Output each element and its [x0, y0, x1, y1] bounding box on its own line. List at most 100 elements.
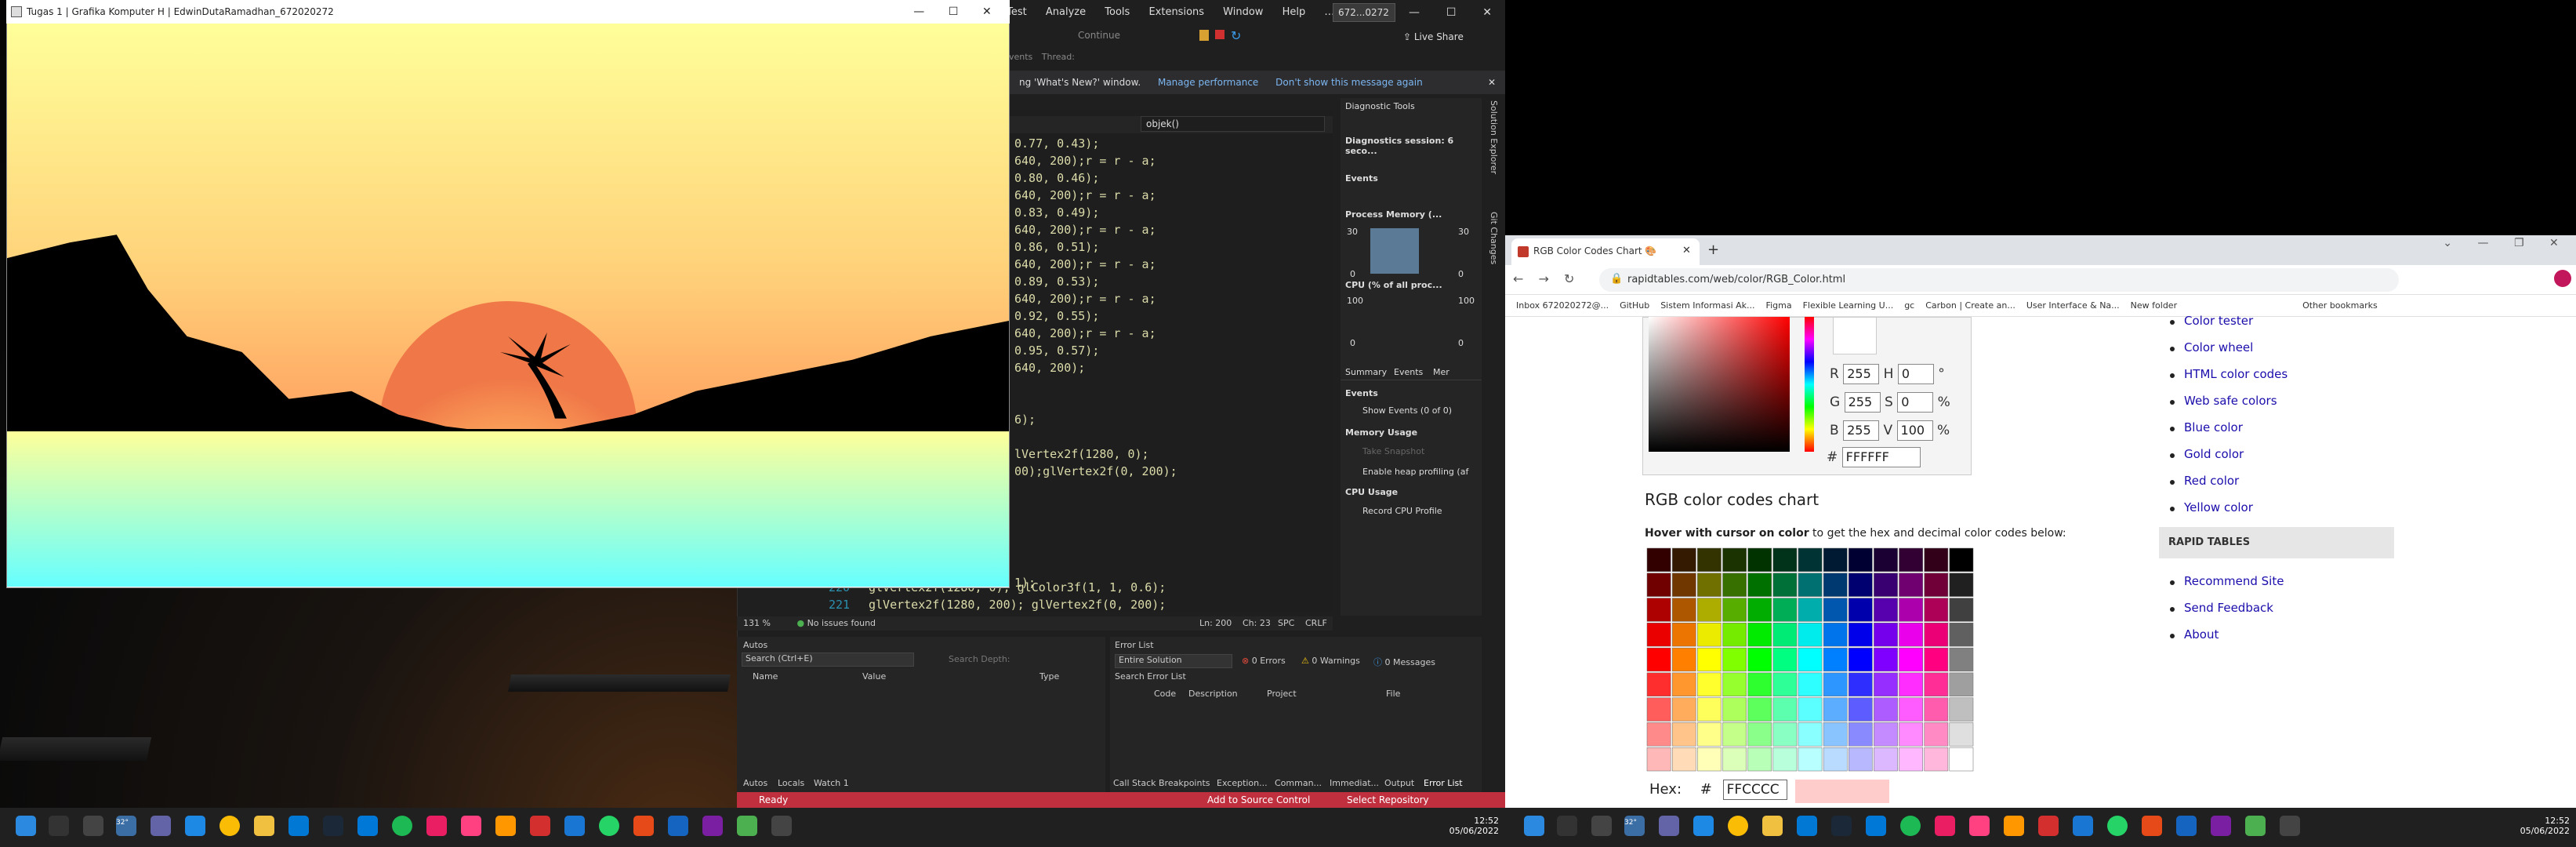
tab-command[interactable]: Comman...: [1275, 778, 1322, 788]
start-icon[interactable]: [1524, 816, 1544, 836]
color-swatch[interactable]: [1848, 623, 1873, 647]
color-swatch[interactable]: [1924, 697, 1949, 722]
app-icon[interactable]: [530, 816, 550, 836]
color-swatch[interactable]: [1848, 573, 1873, 597]
chrome-tab[interactable]: RGB Color Codes Chart 🎨: [1511, 238, 1700, 265]
app-icon[interactable]: [2280, 816, 2300, 836]
color-swatch[interactable]: [1747, 747, 1772, 772]
r-input[interactable]: 255: [1843, 364, 1880, 384]
color-swatch[interactable]: [1823, 647, 1848, 672]
color-swatch[interactable]: [1899, 647, 1923, 672]
color-swatch[interactable]: [1697, 598, 1722, 622]
color-swatch[interactable]: [1747, 722, 1772, 747]
code-line[interactable]: 0.89, 0.53);: [1014, 274, 1099, 289]
store-icon[interactable]: [1797, 816, 1817, 836]
sidebar-link[interactable]: Yellow color: [2184, 500, 2253, 514]
app-icon[interactable]: [771, 816, 792, 836]
file-explorer-icon[interactable]: [1762, 816, 1783, 836]
whatsapp-icon[interactable]: [599, 816, 619, 836]
vscode-icon[interactable]: [1866, 816, 1886, 836]
color-swatch[interactable]: [1747, 672, 1772, 696]
color-swatch[interactable]: [1646, 647, 1671, 672]
sidebar-link[interactable]: Color wheel: [2184, 340, 2253, 354]
color-swatch[interactable]: [1848, 722, 1873, 747]
color-swatch[interactable]: [1798, 573, 1823, 597]
diag-events[interactable]: Events: [1345, 173, 1378, 184]
color-swatch[interactable]: [1899, 697, 1923, 722]
color-swatch[interactable]: [1646, 547, 1671, 573]
bookmark-item[interactable]: Sistem Informasi Ak...: [1660, 295, 1754, 316]
code-line[interactable]: 640, 200);r = r - a;: [1014, 154, 1156, 168]
col-code[interactable]: Code: [1154, 689, 1176, 699]
color-swatch[interactable]: [1747, 598, 1772, 622]
code-line[interactable]: 00);glVertex2f(0, 200);: [1014, 464, 1177, 478]
bookmark-item[interactable]: Inbox 672020272@...: [1516, 295, 1609, 316]
stop-icon[interactable]: [1215, 30, 1225, 39]
col-description[interactable]: Description: [1188, 689, 1238, 699]
code-line[interactable]: 0.77, 0.43);: [1014, 136, 1099, 151]
color-swatch[interactable]: [1747, 647, 1772, 672]
color-swatch[interactable]: [1924, 623, 1949, 647]
color-swatch[interactable]: [1823, 573, 1848, 597]
weather-icon[interactable]: 32°: [1624, 816, 1645, 836]
app-icon[interactable]: [2176, 816, 2197, 836]
teams-icon[interactable]: [1659, 816, 1679, 836]
color-swatch[interactable]: [1772, 623, 1798, 647]
close-icon[interactable]: ✕: [982, 5, 992, 18]
color-swatch[interactable]: [1924, 747, 1949, 772]
select-repository-button[interactable]: Select Repository: [1347, 792, 1429, 808]
tab-exceptions[interactable]: Exception...: [1217, 778, 1268, 788]
bookmark-item[interactable]: Carbon | Create an...: [1925, 295, 2015, 316]
menu-window[interactable]: Window: [1215, 0, 1271, 25]
tab-memory[interactable]: Mer: [1433, 367, 1449, 377]
color-swatch[interactable]: [1722, 547, 1747, 573]
color-swatch[interactable]: [1772, 573, 1798, 597]
color-swatch[interactable]: [1924, 547, 1949, 573]
color-swatch[interactable]: [1671, 623, 1696, 647]
color-swatch[interactable]: [1772, 672, 1798, 696]
color-swatch[interactable]: [1924, 722, 1949, 747]
line-ending[interactable]: CRLF: [1305, 616, 1327, 631]
b-input[interactable]: 255: [1843, 420, 1880, 441]
color-swatch[interactable]: [1671, 672, 1696, 696]
menu-tools[interactable]: Tools: [1097, 0, 1137, 25]
code-editor[interactable]: 0.77, 0.43); 640, 200);r = r - a; 0.80, 0.…: [1003, 110, 1333, 612]
color-swatch[interactable]: [1924, 573, 1949, 597]
bookmark-item[interactable]: User Interface & Na...: [2026, 295, 2120, 316]
color-swatch[interactable]: [1899, 672, 1923, 696]
code-line[interactable]: 0.95, 0.57);: [1014, 344, 1099, 358]
code-line[interactable]: 640, 200);r = r - a;: [1014, 188, 1156, 202]
sidebar-link[interactable]: About: [2184, 627, 2219, 642]
code-line[interactable]: 640, 200);r = r - a;: [1014, 223, 1156, 237]
back-icon[interactable]: ←: [1513, 271, 1523, 286]
color-swatch[interactable]: [1772, 697, 1798, 722]
sidebar-link[interactable]: Recommend Site: [2184, 574, 2284, 588]
color-swatch[interactable]: [1899, 747, 1923, 772]
tab-output[interactable]: Output: [1384, 778, 1414, 788]
color-swatch[interactable]: [1848, 547, 1873, 573]
tab-locals[interactable]: Locals: [778, 778, 804, 788]
spotify-icon[interactable]: [1900, 816, 1921, 836]
color-swatch[interactable]: [1874, 647, 1898, 672]
color-swatch[interactable]: [1949, 672, 1974, 696]
color-swatch[interactable]: [1697, 722, 1722, 747]
error-search-input[interactable]: Search Error List: [1115, 671, 1186, 682]
git-changes-tab[interactable]: Git Changes: [1489, 212, 1499, 264]
start-icon[interactable]: [16, 816, 36, 836]
system-tray-left[interactable]: 12:52 05/06/2022: [1333, 808, 1505, 847]
color-swatch[interactable]: [1697, 573, 1722, 597]
color-swatch[interactable]: [1949, 722, 1974, 747]
minimize-icon[interactable]: —: [2477, 237, 2488, 260]
color-swatch[interactable]: [1874, 672, 1898, 696]
live-share-button[interactable]: ⇪ Live Share: [1403, 28, 1489, 45]
color-swatch[interactable]: [1722, 598, 1747, 622]
weather-icon[interactable]: 32°: [116, 816, 136, 836]
add-source-control-button[interactable]: Add to Source Control: [1207, 792, 1310, 808]
color-swatch[interactable]: [1823, 623, 1848, 647]
color-swatch[interactable]: [1697, 672, 1722, 696]
warnings-filter[interactable]: ⚠ 0 Warnings: [1301, 656, 1360, 666]
file-explorer-icon[interactable]: [254, 816, 274, 836]
search-icon[interactable]: [1557, 816, 1577, 836]
hex-input[interactable]: FFCCCC: [1722, 780, 1787, 800]
code-line[interactable]: 640, 200);r = r - a;: [1014, 326, 1156, 340]
